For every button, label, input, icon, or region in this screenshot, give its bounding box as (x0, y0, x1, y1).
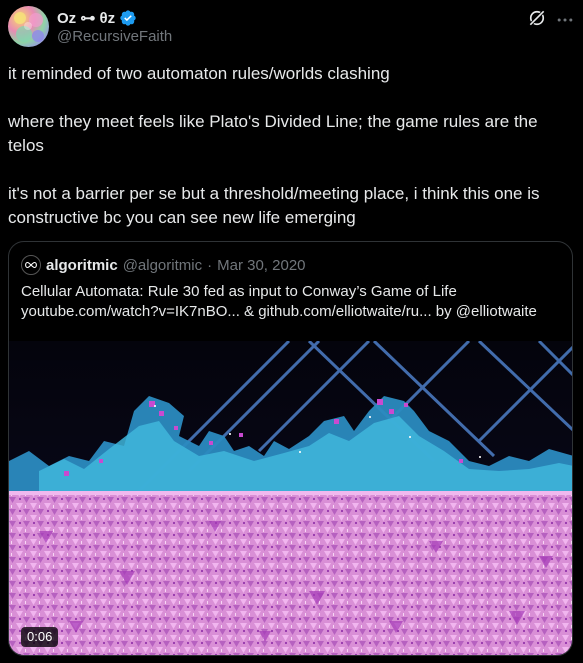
verified-badge-icon (120, 10, 136, 26)
quoted-tweet-text: Cellular Automata: Rule 30 fed as input … (21, 282, 566, 322)
infinity-logo-icon (25, 261, 37, 269)
quoted-date[interactable]: Mar 30, 2020 (217, 257, 305, 274)
tweet: Oz ⊶ θz @RecursiveFaith it reminded of t… (0, 0, 583, 663)
quoted-display-name[interactable]: algoritmic (46, 257, 118, 274)
video-frame (9, 341, 572, 655)
quoted-text-line: Cellular Automata: Rule 30 fed as input … (21, 283, 457, 300)
author-name-row[interactable]: Oz ⊶ θz (57, 8, 137, 28)
quoted-tweet-card[interactable]: algoritmic @algoritmic · Mar 30, 2020 Ce… (8, 241, 573, 656)
tweet-paragraph: where they meet feels like Plato's Divid… (8, 112, 538, 155)
video-timestamp: 0:06 (21, 627, 59, 647)
author-display-name[interactable]: Oz ⊶ θz (57, 9, 115, 27)
more-options-icon[interactable] (555, 10, 575, 30)
tweet-paragraph: it's not a barrier per se but a threshol… (8, 184, 540, 227)
tweet-text: it reminded of two automaton rules/world… (8, 62, 568, 230)
quoted-avatar[interactable] (21, 255, 41, 275)
grok-icon[interactable] (527, 8, 547, 28)
tweet-paragraph: it reminded of two automaton rules/world… (8, 64, 390, 83)
quoted-handle[interactable]: @algoritmic (123, 257, 202, 274)
author-handle[interactable]: @RecursiveFaith (57, 28, 172, 45)
avatar[interactable] (8, 6, 49, 47)
quoted-text-links[interactable]: youtube.com/watch?v=IK7nBO... & github.c… (21, 302, 566, 322)
quoted-tweet-header: algoritmic @algoritmic · Mar 30, 2020 (21, 255, 306, 275)
quoted-video[interactable]: 0:06 (9, 341, 572, 655)
separator-dot: · (207, 256, 213, 274)
